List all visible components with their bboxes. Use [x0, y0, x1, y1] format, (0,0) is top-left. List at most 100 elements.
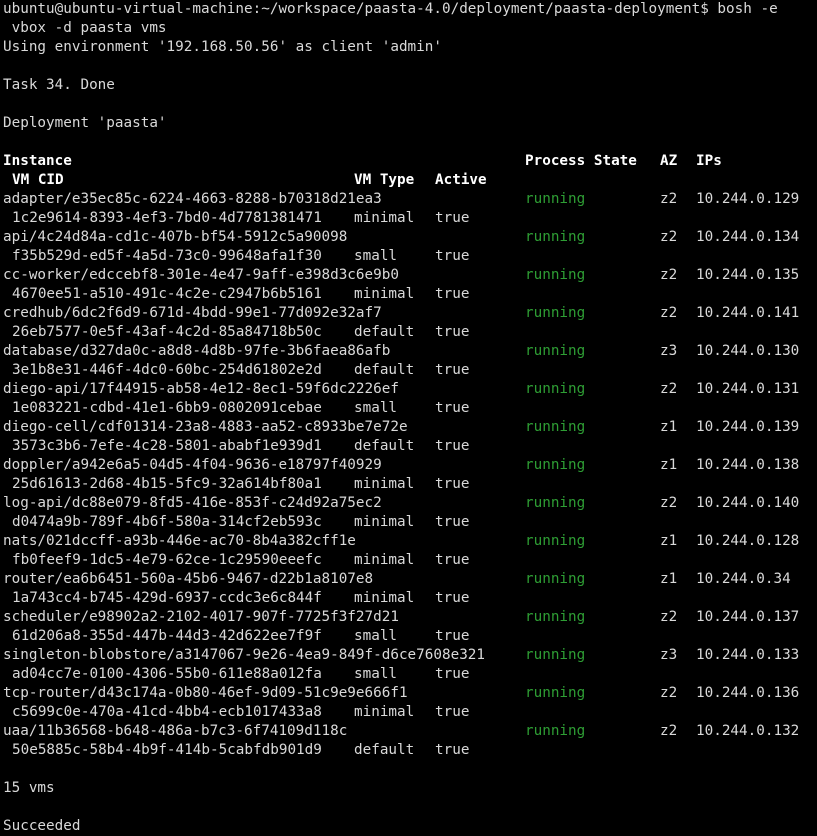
ip-value: 10.244.0.134 — [696, 229, 800, 245]
instance-name: tcp-router/d43c174a-0b80-46ef-9d09-51c9e… — [3, 685, 408, 701]
az-value: z2 — [660, 267, 678, 283]
deployment-line: Deployment 'paasta' — [3, 115, 167, 131]
vm-type: default — [354, 324, 415, 340]
process-state: running — [525, 419, 586, 435]
instance-name: adapter/e35ec85c-6224-4663-8288-b70318d2… — [3, 191, 382, 207]
header-ips: IPs — [696, 153, 722, 169]
ip-value: 10.244.0.140 — [696, 495, 800, 511]
ip-value: 10.244.0.139 — [696, 419, 800, 435]
vm-type: small — [354, 400, 398, 416]
process-state: running — [525, 533, 586, 549]
vm-row-detail-line: 3573c3b6-7efe-4c28-5801-ababf1e939d1 defa… — [3, 437, 815, 456]
vm-row-instance-line: singleton-blobstore/a3147067-9e26-4ea9-8… — [3, 646, 815, 665]
instance-name: singleton-blobstore/a3147067-9e26-4ea9-8… — [3, 647, 486, 663]
vm-row-detail-line: 61d206a8-355d-447b-44d3-42d622ee7f9f smal… — [3, 627, 815, 646]
az-value: z1 — [660, 571, 678, 587]
active-value: true — [435, 628, 470, 644]
vm-type: default — [354, 362, 415, 378]
instance-name: doppler/a942e6a5-04d5-4f04-9636-e18797f4… — [3, 457, 382, 473]
vm-row-instance-line: doppler/a942e6a5-04d5-4f04-9636-e18797f4… — [3, 456, 815, 475]
header-az: AZ — [660, 153, 678, 169]
instance-name: database/d327da0c-a8d8-4d8b-97fe-3b6faea… — [3, 343, 391, 359]
active-value: true — [435, 476, 470, 492]
vm-cid: ad04cc7e-0100-4306-55b0-611e88a012fa — [12, 666, 322, 682]
vm-type: minimal — [354, 514, 415, 530]
vm-cid: 3573c3b6-7efe-4c28-5801-ababf1e939d1 — [12, 438, 322, 454]
ip-value: 10.244.0.132 — [696, 723, 800, 739]
vm-type: minimal — [354, 210, 415, 226]
command-continuation: vbox -d paasta vms — [3, 20, 167, 36]
vm-type: small — [354, 666, 398, 682]
vm-type: minimal — [354, 286, 415, 302]
vm-table-body: adapter/e35ec85c-6224-4663-8288-b70318d2… — [3, 190, 815, 760]
az-value: z2 — [660, 495, 678, 511]
ip-value: 10.244.0.136 — [696, 685, 800, 701]
process-state: running — [525, 191, 586, 207]
vm-row-instance-line: log-api/dc88e079-8fd5-416e-853f-c24d92a7… — [3, 494, 815, 513]
process-state: running — [525, 647, 586, 663]
instance-name: diego-cell/cdf01314-23a8-4883-aa52-c8933… — [3, 419, 408, 435]
vm-cid: 1a743cc4-b745-429d-6937-ccdc3e6c844f — [12, 590, 322, 606]
instance-name: diego-api/17f44915-ab58-4e12-8ec1-59f6dc… — [3, 381, 399, 397]
instance-name: api/4c24d84a-cd1c-407b-bf54-5912c5a90098 — [3, 229, 348, 245]
active-value: true — [435, 400, 470, 416]
az-value: z3 — [660, 343, 678, 359]
ip-value: 10.244.0.34 — [696, 571, 791, 587]
process-state: running — [525, 457, 586, 473]
process-state: running — [525, 305, 586, 321]
vm-type: minimal — [354, 704, 415, 720]
prompt-line: ubuntu@ubuntu-virtual-machine:~/workspac… — [3, 1, 778, 17]
ip-value: 10.244.0.129 — [696, 191, 800, 207]
vm-row-detail-line: 3e1b8e31-446f-4dc0-60bc-254d61802e2d defa… — [3, 361, 815, 380]
instance-name: cc-worker/edccebf8-301e-4e47-9aff-e398d3… — [3, 267, 399, 283]
vm-row-detail-line: 25d61613-2d68-4b15-5fc9-32a614bf80a1 mini… — [3, 475, 815, 494]
active-value: true — [435, 210, 470, 226]
process-state: running — [525, 229, 586, 245]
instance-name: scheduler/e98902a2-2102-4017-907f-7725f3… — [3, 609, 399, 625]
vm-cid: 1c2e9614-8393-4ef3-7bd0-4d7781381471 — [12, 210, 322, 226]
active-value: true — [435, 704, 470, 720]
task-line: Task 34. Done — [3, 77, 115, 93]
ip-value: 10.244.0.128 — [696, 533, 800, 549]
az-value: z2 — [660, 685, 678, 701]
az-value: z1 — [660, 419, 678, 435]
table-subheader-row: VM CID VM Type Active — [3, 171, 815, 190]
vm-cid: fb0feef9-1dc5-4e79-62ce-1c29590eeefc — [12, 552, 322, 568]
table-header-row: Instance Process State AZ IPs — [3, 152, 815, 171]
az-value: z2 — [660, 305, 678, 321]
terminal-window[interactable]: ubuntu@ubuntu-virtual-machine:~/workspac… — [3, 0, 815, 836]
vm-row-detail-line: 4670ee51-a510-491c-4c2e-c2947b6b5161 mini… — [3, 285, 815, 304]
ip-value: 10.244.0.141 — [696, 305, 800, 321]
vm-row-instance-line: tcp-router/d43c174a-0b80-46ef-9d09-51c9e… — [3, 684, 815, 703]
vm-row-instance-line: api/4c24d84a-cd1c-407b-bf54-5912c5a90098… — [3, 228, 815, 247]
vm-row-instance-line: router/ea6b6451-560a-45b6-9467-d22b1a810… — [3, 570, 815, 589]
vm-cid: f35b529d-ed5f-4a5d-73c0-99648afa1f30 — [12, 248, 322, 264]
vm-row-instance-line: adapter/e35ec85c-6224-4663-8288-b70318d2… — [3, 190, 815, 209]
instance-name: log-api/dc88e079-8fd5-416e-853f-c24d92a7… — [3, 495, 382, 511]
process-state: running — [525, 685, 586, 701]
process-state: running — [525, 343, 586, 359]
vm-row-detail-line: 26eb7577-0e5f-43af-4c2d-85a84718b50c defa… — [3, 323, 815, 342]
vm-type: minimal — [354, 590, 415, 606]
vm-cid: 61d206a8-355d-447b-44d3-42d622ee7f9f — [12, 628, 322, 644]
active-value: true — [435, 514, 470, 530]
ip-value: 10.244.0.135 — [696, 267, 800, 283]
result-line: Succeeded — [3, 818, 81, 834]
process-state: running — [525, 267, 586, 283]
vm-type: minimal — [354, 476, 415, 492]
vm-row-detail-line: d0474a9b-789f-4b6f-580a-314cf2eb593c mini… — [3, 513, 815, 532]
vm-row-detail-line: 1e083221-cdbd-41e1-6bb9-0802091cebae smal… — [3, 399, 815, 418]
instance-name: uaa/11b36568-b648-486a-b7c3-6f74109d118c — [3, 723, 348, 739]
active-value: true — [435, 362, 470, 378]
active-value: true — [435, 552, 470, 568]
process-state: running — [525, 723, 586, 739]
vm-row-instance-line: cc-worker/edccebf8-301e-4e47-9aff-e398d3… — [3, 266, 815, 285]
vm-row-detail-line: 1a743cc4-b745-429d-6937-ccdc3e6c844f mini… — [3, 589, 815, 608]
header-instance: Instance — [3, 153, 72, 169]
az-value: z1 — [660, 533, 678, 549]
vm-row-instance-line: uaa/11b36568-b648-486a-b7c3-6f74109d118c… — [3, 722, 815, 741]
environment-line: Using environment '192.168.50.56' as cli… — [3, 39, 442, 55]
